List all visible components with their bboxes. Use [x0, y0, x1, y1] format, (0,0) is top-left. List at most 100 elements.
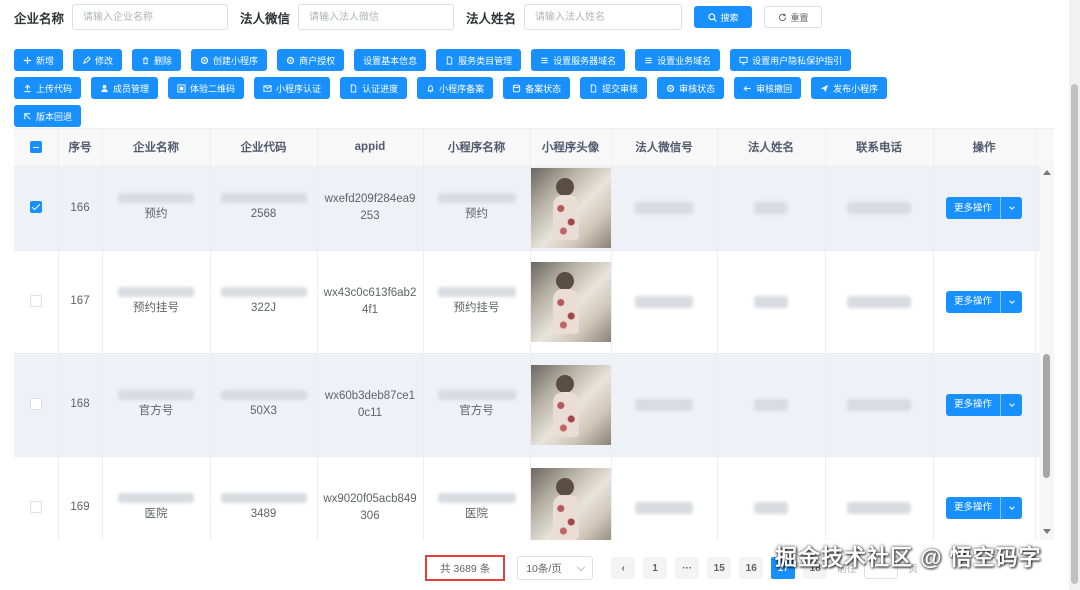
toolbar-button-6[interactable]: 设置基本信息 — [354, 49, 427, 71]
toolbar-button-1[interactable]: 版本回退 — [14, 105, 82, 127]
action-cell: 更多操作 — [933, 166, 1036, 251]
redacted-text — [635, 398, 693, 411]
chevron-down-icon[interactable] — [1000, 197, 1022, 219]
page-15[interactable]: 15 — [707, 557, 732, 579]
table-vertical-scrollbar[interactable] — [1040, 166, 1054, 540]
toolbar-button-2[interactable]: 修改 — [73, 49, 123, 71]
page-scroll-thumb[interactable] — [1071, 84, 1078, 584]
toolbar-button-4[interactable]: 创建小程序 — [191, 49, 268, 71]
toolbar-button-2[interactable]: 成员管理 — [91, 77, 159, 99]
page-size-select[interactable]: 10条/页 — [517, 556, 594, 580]
action-toolbar: 新增 修改 删除 创建小程序 商户授权 设置基本信息 服务类目管理 设置服务器域名 设置业务域名… — [14, 49, 1024, 133]
appid-line-2: 4f1 — [362, 303, 378, 316]
more-actions-button[interactable]: 更多操作 — [945, 290, 1022, 313]
toolbar-button-label: 服务类目管理 — [458, 55, 513, 66]
search-button[interactable]: 搜索 — [694, 6, 753, 28]
header-select-all[interactable] — [14, 129, 59, 167]
legal-wechat-input[interactable] — [298, 4, 455, 30]
page-ellipsis[interactable]: ··· — [675, 557, 700, 579]
toolbar-button-1[interactable]: 新增 — [14, 49, 64, 71]
company-name-cell: 官方号 — [102, 353, 211, 457]
legal-name-input[interactable] — [524, 4, 683, 30]
row-index: 168 — [58, 353, 103, 457]
app-name-suffix: 医院 — [465, 507, 488, 520]
row-index: 166 — [58, 166, 103, 251]
row-checkbox[interactable] — [29, 201, 42, 214]
company-name-suffix: 预约挂号 — [133, 301, 179, 314]
chevron-down-icon[interactable] — [1000, 393, 1022, 416]
toolbar-button-4[interactable]: 小程序认证 — [254, 77, 331, 99]
plus-icon — [23, 56, 32, 64]
toolbar-button-6[interactable]: 小程序备案 — [417, 77, 494, 99]
company-code-cell: 2568 — [210, 166, 318, 251]
toolbar-button-label: 商户授权 — [299, 55, 336, 66]
toolbar-button-3[interactable]: 体验二维码 — [168, 77, 245, 99]
row-checkbox[interactable] — [29, 294, 42, 307]
table-row[interactable]: 167 预约挂号 322J wx43c0c613f6ab2 4f1 预约挂号 更多… — [14, 250, 1054, 354]
toolbar-button-8[interactable]: 提交审核 — [580, 77, 648, 99]
toolbar-button-5[interactable]: 商户授权 — [277, 49, 345, 71]
chevron-down-icon[interactable] — [1000, 290, 1022, 313]
toolbar-button-7[interactable]: 备案状态 — [503, 77, 571, 99]
toolbar-button-label: 小程序备案 — [439, 83, 485, 94]
scroll-up-arrow-icon[interactable] — [1043, 170, 1051, 175]
row-select-cell[interactable] — [14, 353, 59, 457]
legal-wechat-label: 法人微信 — [240, 11, 291, 26]
redacted-text — [754, 501, 788, 514]
table-scroll-thumb[interactable] — [1043, 354, 1050, 478]
page-16[interactable]: 16 — [739, 557, 764, 579]
toolbar-button-10[interactable]: 审核撤回 — [734, 77, 802, 99]
toolbar-button-label: 提交审核 — [602, 83, 639, 94]
select-all-checkbox[interactable] — [29, 141, 42, 154]
row-index: 167 — [58, 250, 103, 354]
more-actions-button[interactable]: 更多操作 — [945, 393, 1022, 416]
toolbar-button-9[interactable]: 设置业务域名 — [635, 49, 721, 71]
more-actions-button[interactable]: 更多操作 — [945, 496, 1022, 519]
bell-icon — [427, 84, 434, 93]
company-name-input[interactable] — [72, 4, 229, 30]
row-checkbox[interactable] — [29, 500, 42, 513]
phone-cell — [825, 353, 934, 457]
header-company-code: 企业代码 — [210, 129, 318, 167]
company-code-suffix: 50X3 — [250, 404, 277, 417]
legal-wechat-cell — [611, 250, 718, 354]
toolbar-button-3[interactable]: 删除 — [132, 49, 182, 71]
more-actions-button[interactable]: 更多操作 — [945, 197, 1022, 219]
company-name-suffix: 官方号 — [138, 404, 174, 417]
table-row[interactable]: 169 医院 3489 wx9020f05acb849 306 医院 更多操作 — [14, 456, 1054, 540]
scroll-down-arrow-icon[interactable] — [1043, 529, 1051, 534]
toolbar-button-label: 创建小程序 — [213, 55, 259, 66]
company-name-cell: 预约挂号 — [102, 250, 211, 354]
toolbar-button-10[interactable]: 设置用户隐私保护指引 — [730, 49, 852, 71]
page-size-value: 10条/页 — [526, 562, 562, 575]
prev-page-button[interactable]: ‹ — [611, 557, 636, 579]
toolbar-row-1: 新增 修改 删除 创建小程序 商户授权 设置基本信息 服务类目管理 设置服务器域名 设置业务域名… — [14, 49, 1024, 71]
row-select-cell[interactable] — [14, 250, 59, 354]
redacted-text — [220, 389, 307, 400]
doc-icon — [590, 83, 597, 93]
reset-button[interactable]: 重置 — [764, 6, 823, 28]
app-avatar-cell — [530, 456, 612, 540]
appid-line-2: 253 — [360, 210, 380, 222]
row-select-cell[interactable] — [14, 166, 59, 251]
table-row[interactable]: 166 预约 2568 wxefd209f284ea9 253 预约 更多操作 — [14, 166, 1054, 251]
toolbar-button-8[interactable]: 设置服务器域名 — [531, 49, 626, 71]
legal-name-label: 法人姓名 — [466, 11, 517, 26]
monitor-icon — [739, 56, 748, 65]
toolbar-button-9[interactable]: 审核状态 — [657, 77, 725, 99]
toolbar-button-11[interactable]: 发布小程序 — [811, 77, 888, 99]
toolbar-button-7[interactable]: 服务类目管理 — [436, 49, 522, 71]
chevron-down-icon[interactable] — [1000, 496, 1022, 519]
toolbar-button-label: 设置用户隐私保护指引 — [752, 55, 843, 66]
row-select-cell[interactable] — [14, 456, 59, 540]
phone-cell — [825, 166, 934, 251]
app-name-suffix: 官方号 — [459, 404, 494, 417]
toolbar-button-5[interactable]: 认证进度 — [340, 77, 408, 99]
toolbar-button-1[interactable]: 上传代码 — [14, 77, 82, 99]
toolbar-button-label: 上传代码 — [36, 83, 73, 94]
table-row[interactable]: 168 官方号 50X3 wx60b3deb87ce1 0c11 官方号 更多操作 — [14, 353, 1054, 457]
page-vertical-scrollbar[interactable] — [1069, 0, 1080, 590]
redacted-text — [437, 389, 516, 400]
page-1[interactable]: 1 — [643, 557, 668, 579]
row-checkbox[interactable] — [29, 397, 42, 410]
